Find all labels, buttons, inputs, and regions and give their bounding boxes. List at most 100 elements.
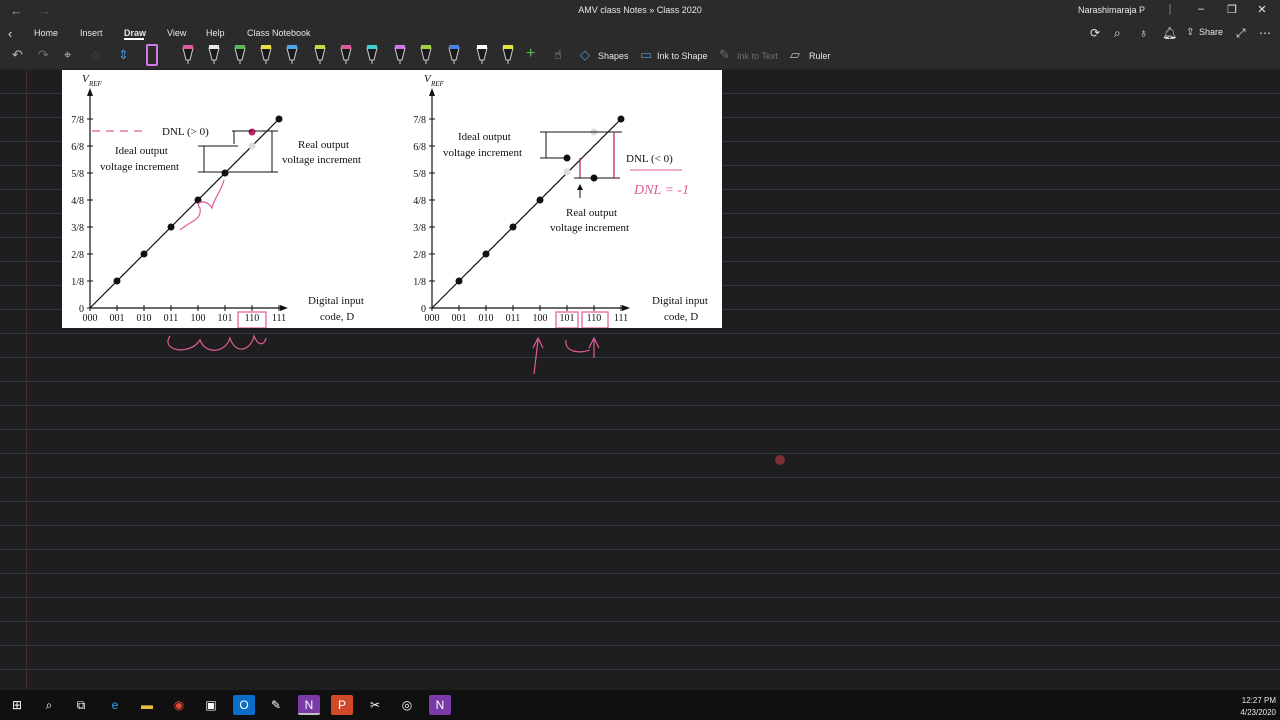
shapes-button[interactable]: Shapes	[598, 51, 629, 61]
lasso-select-icon[interactable]: ⌖	[64, 47, 71, 63]
pen-tool-9[interactable]	[392, 44, 408, 66]
ink-arc-right	[565, 336, 600, 358]
pen-tool-5[interactable]	[284, 44, 300, 66]
tab-help[interactable]: Help	[206, 28, 225, 38]
onenote-2016-icon[interactable]: N	[429, 695, 451, 715]
lightbulb-icon[interactable]: ♁	[1139, 26, 1148, 40]
clock-time[interactable]: 12:27 PM	[1236, 696, 1276, 705]
restore-icon[interactable]: ❐	[1222, 3, 1242, 16]
y-tick-label: 6/8	[71, 142, 84, 153]
ideal-point	[248, 142, 256, 150]
x-tick-label: 100	[533, 313, 548, 324]
redo-icon[interactable]: ↷	[38, 47, 49, 63]
chrome-icon[interactable]: ◉	[168, 695, 190, 715]
y-axis-arrow	[429, 88, 435, 96]
ideal-label-2: voltage increment	[100, 161, 179, 173]
ruler-icon[interactable]: ⏥	[790, 47, 800, 63]
tab-class-notebook[interactable]: Class Notebook	[247, 28, 311, 38]
pen-tool-3[interactable]	[232, 44, 248, 66]
fullscreen-icon[interactable]: ⤢	[1236, 26, 1246, 41]
powerpoint-icon[interactable]: P	[331, 695, 353, 715]
x-tick-label: 001	[110, 313, 125, 324]
y-tick-label: 5/8	[71, 169, 84, 180]
close-icon[interactable]: ✕	[1252, 3, 1272, 16]
ideal-label-2: voltage increment	[443, 147, 522, 159]
data-point	[167, 223, 175, 231]
y-tick-label: 6/8	[413, 142, 426, 153]
note-canvas[interactable]: V REF 0 1/8 2/8 3/8 4/8 5/8 6/8 7/8 000 001 010 01…	[0, 70, 1280, 690]
x-tick-label: 100	[191, 313, 206, 324]
start-icon[interactable]: ⊞	[6, 695, 28, 715]
pen-tool-10[interactable]	[418, 44, 434, 66]
tab-view[interactable]: View	[167, 28, 186, 38]
pen-tool-1[interactable]	[180, 44, 196, 66]
data-point	[617, 115, 625, 123]
lasso-icon[interactable]: ◌	[92, 47, 100, 62]
pen-tool-13[interactable]	[500, 44, 516, 66]
edge-icon[interactable]: e	[104, 695, 126, 715]
ideal-label: Ideal output	[458, 131, 511, 143]
ideal-label: Ideal output	[115, 145, 168, 157]
ink-to-shape-icon[interactable]: ▭	[640, 47, 652, 63]
task-view-icon[interactable]: ⧉	[70, 695, 92, 715]
snipping-tool-icon[interactable]: ✂	[364, 695, 386, 715]
pen-tool-12[interactable]	[474, 44, 490, 66]
ink-arcs-left	[167, 334, 267, 351]
pen-tool-11[interactable]	[446, 44, 462, 66]
obs-icon[interactable]: ◎	[396, 695, 418, 715]
ruler-button[interactable]: Ruler	[809, 51, 831, 61]
tab-draw[interactable]: Draw	[124, 28, 146, 38]
x-tick-label: 011	[164, 313, 179, 324]
paint-icon[interactable]: ✎	[265, 695, 287, 715]
store-icon[interactable]: ▣	[200, 695, 222, 715]
data-point	[536, 196, 544, 204]
x-axis-arrow	[280, 305, 288, 311]
share-icon[interactable]: ⇪	[1186, 27, 1194, 38]
file-explorer-icon[interactable]: ▬	[136, 695, 158, 715]
pen-tool-8[interactable]	[364, 44, 380, 66]
left-chart: V REF 01/82/83/84/85/86/87/8 000 001 010 01…	[71, 73, 364, 329]
add-pen-icon[interactable]: +	[526, 45, 535, 63]
bell-icon[interactable]: 🔔︎	[1162, 26, 1177, 40]
y-tick-label: 4/8	[413, 196, 426, 207]
data-point	[482, 250, 490, 258]
tab-home[interactable]: Home	[34, 28, 58, 38]
clock-date[interactable]: 4/23/2020	[1236, 708, 1276, 717]
dac-dnl-figure: V REF 01/82/83/84/85/86/87/8 000 001 010 01…	[71, 73, 708, 329]
x-axis-label-2: code, D	[320, 311, 354, 323]
pen-tool-2[interactable]	[206, 44, 222, 66]
search-icon[interactable]: ⌕	[1114, 26, 1121, 41]
nav-back-icon[interactable]: ‹	[8, 26, 12, 41]
minimize-icon[interactable]: –	[1191, 3, 1211, 15]
y-axis-arrow	[87, 88, 93, 96]
x-axis-label: Digital input	[308, 295, 364, 307]
y-tick-label: 4/8	[71, 196, 84, 207]
handwritten-scribble	[179, 179, 225, 231]
onenote-icon[interactable]: N	[298, 695, 320, 715]
x-tick-label: 000	[83, 313, 98, 324]
user-name[interactable]: Narashimaraja P	[1078, 5, 1145, 15]
real-pointer-head	[577, 184, 583, 190]
tab-insert[interactable]: Insert	[80, 28, 103, 38]
touch-draw-icon[interactable]: ☝	[554, 47, 562, 63]
share-button[interactable]: Share	[1199, 27, 1223, 37]
pen-tool-4[interactable]	[258, 44, 274, 66]
ink-to-text-icon: ✎	[719, 47, 730, 62]
add-space-icon[interactable]: ⇕	[118, 47, 129, 63]
sync-icon[interactable]: ⟳	[1090, 26, 1100, 40]
undo-icon[interactable]: ↶	[12, 47, 23, 63]
taskbar	[0, 690, 1280, 720]
outlook-icon[interactable]: O	[233, 695, 255, 715]
pen-tool-6[interactable]	[312, 44, 328, 66]
title-bar: ← → AMV class Notes » Class 2020 Narashi…	[0, 0, 1280, 22]
eraser-tool[interactable]	[146, 44, 158, 66]
page-margin-line	[26, 70, 27, 690]
more-icon[interactable]: ⋯	[1259, 26, 1271, 40]
data-point	[140, 250, 148, 258]
data-point	[113, 277, 121, 285]
pasted-figure[interactable]: V REF 0 1/8 2/8 3/8 4/8 5/8 6/8 7/8 000 001 010 01…	[62, 70, 722, 329]
search-icon[interactable]: ⌕	[38, 695, 60, 715]
pen-tool-7[interactable]	[338, 44, 354, 66]
shapes-icon[interactable]: ◇	[580, 47, 590, 63]
ink-to-shape-button[interactable]: Ink to Shape	[657, 51, 708, 61]
